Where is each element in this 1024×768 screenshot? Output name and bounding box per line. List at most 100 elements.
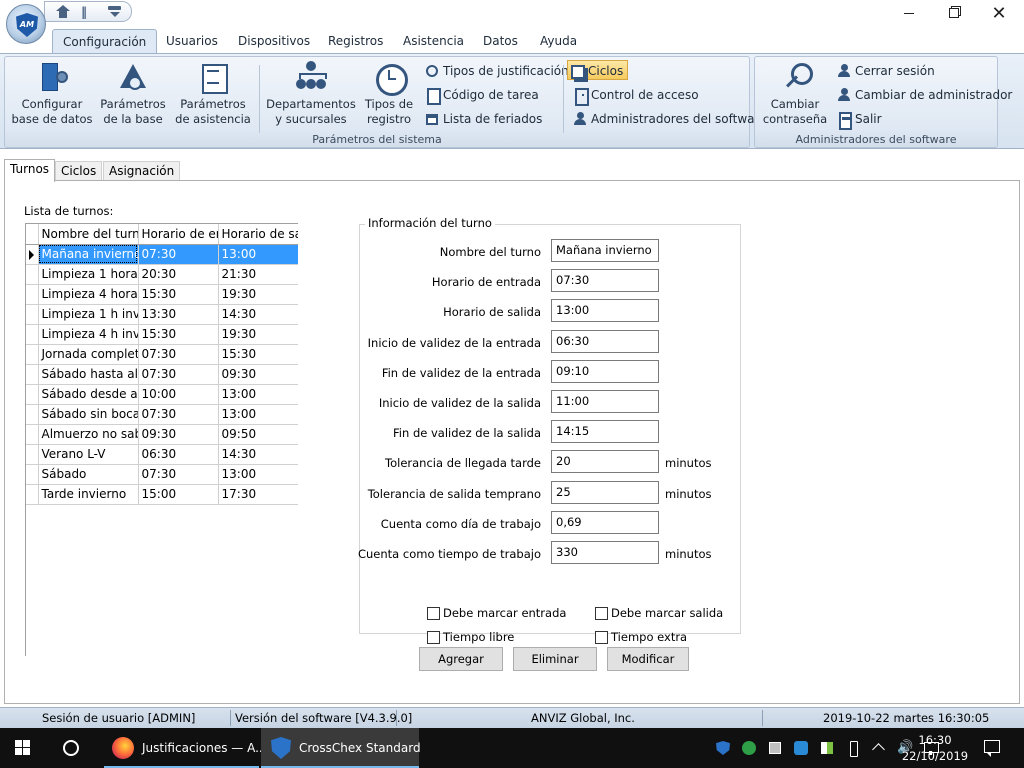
maximize-icon[interactable] (931, 0, 977, 26)
table-row[interactable]: Limpieza 4 horas 15:30 19:30 (26, 284, 298, 305)
table-row[interactable]: Verano L-V 06:30 14:30 (26, 444, 298, 465)
cell-exit-time[interactable]: 14:30 (218, 304, 298, 325)
shift-grid[interactable]: Nombre del turno Horario de entrada Hora… (25, 223, 298, 633)
cell-shift-name[interactable]: Sábado desde almuerzo (38, 384, 139, 405)
add-button[interactable]: Agregar (419, 647, 503, 671)
field-input[interactable]: 11:00 (551, 390, 659, 413)
checkbox-box[interactable] (427, 631, 440, 644)
field-input[interactable]: 06:30 (551, 330, 659, 353)
dropdown-icon[interactable] (107, 5, 123, 19)
table-row[interactable]: Sábado sin bocadillo07:3013:00 (26, 404, 298, 425)
home-icon[interactable] (55, 4, 71, 19)
field-input[interactable]: 09:10 (551, 360, 659, 383)
cycles-button[interactable]: Ciclos (567, 60, 629, 80)
windows-start-icon[interactable] (15, 740, 31, 756)
row-header[interactable] (26, 284, 39, 305)
cell-shift-name[interactable]: Limpieza 4 horas (38, 284, 139, 305)
taskbar-clock[interactable]: 16:30 22/10/2019 (893, 732, 977, 764)
checkbox-box[interactable] (595, 631, 608, 644)
cell-shift-name[interactable]: Sábado hasta almuerzo (38, 364, 139, 385)
cell-exit-time[interactable]: 09:50 (218, 424, 298, 445)
cell-entry-time[interactable]: 15:00 (138, 484, 219, 505)
software-admins-button[interactable]: Administradores del software (571, 109, 767, 129)
tab-usuarios[interactable]: Usuarios (156, 29, 228, 54)
cell-shift-name[interactable]: Verano L-V (38, 444, 139, 465)
overtime-checkbox[interactable]: Tiempo extra (595, 631, 687, 645)
taskbar-item-firefox[interactable]: Justificaciones — A... (104, 728, 267, 768)
row-header[interactable] (26, 484, 39, 505)
column-header[interactable]: Horario de salida (218, 224, 298, 245)
row-header[interactable] (26, 264, 39, 285)
columns-icon[interactable]: ‖ (81, 5, 97, 19)
cell-exit-time[interactable]: 09:30 (218, 364, 298, 385)
notifications-icon[interactable] (984, 740, 1000, 757)
cell-entry-time[interactable]: 07:30 (138, 404, 219, 425)
cell-shift-name[interactable]: Almuerzo no sab (38, 424, 139, 445)
taskbar-item-crosschex[interactable]: CrossChex Standard (261, 728, 421, 768)
row-header[interactable] (26, 344, 39, 365)
cell-entry-time[interactable]: 20:30 (138, 264, 219, 285)
table-row[interactable]: Sábado desde almuerzo10:0013:00 (26, 384, 298, 405)
database-params-button[interactable]: Parámetros de la base (97, 61, 169, 127)
cell-exit-time[interactable]: 13:00 (218, 464, 298, 485)
row-header[interactable] (26, 424, 39, 445)
subtab-asignacion[interactable]: Asignación (103, 161, 181, 181)
cell-shift-name[interactable]: Jornada completa (38, 344, 139, 365)
holidays-list-button[interactable]: Lista de feriados (423, 109, 542, 129)
table-row[interactable]: Limpieza 1 hora 20:30 21:30 (26, 264, 298, 285)
cell-exit-time[interactable]: 13:00 (218, 384, 298, 405)
departments-button[interactable]: Departamentos y sucursales (265, 61, 357, 127)
cell-exit-time[interactable]: 21:30 (218, 264, 298, 285)
tab-datos[interactable]: Datos (473, 29, 528, 54)
exit-button[interactable]: Salir (835, 109, 882, 130)
row-header[interactable] (26, 464, 39, 485)
field-input[interactable]: 13:00 (551, 299, 659, 322)
green-tray-icon[interactable] (741, 740, 757, 756)
access-control-button[interactable]: Control de acceso (571, 85, 699, 106)
change-password-button[interactable]: Cambiar contraseña (761, 61, 829, 127)
cell-entry-time[interactable]: 07:30 (138, 464, 219, 485)
row-header[interactable] (26, 404, 39, 425)
tab-ayuda[interactable]: Ayuda (530, 29, 587, 54)
table-row[interactable]: Limpieza 1 h invierno13:3014:30 (26, 304, 298, 325)
field-input[interactable]: 0,69 (551, 511, 659, 534)
cell-shift-name[interactable]: Mañana invierno (38, 244, 139, 265)
tab-asistencia[interactable]: Asistencia (393, 29, 474, 54)
subtab-turnos[interactable]: Turnos (4, 159, 56, 182)
field-input[interactable]: 330 (551, 541, 659, 564)
cell-shift-name[interactable]: Limpieza 1 hora (38, 264, 139, 285)
record-types-button[interactable]: Tipos de registro (361, 61, 417, 127)
configure-database-button[interactable]: Configurar base de datos (11, 61, 93, 127)
table-row[interactable]: Limpieza 4 h invierno15:3019:30 (26, 324, 298, 345)
cell-shift-name[interactable]: Sábado (38, 464, 139, 485)
tab-dispositivos[interactable]: Dispositivos (228, 29, 320, 54)
blue-tray-icon[interactable] (793, 740, 809, 756)
app-logo[interactable]: AM (6, 4, 46, 44)
row-header[interactable] (26, 364, 39, 385)
tab-configuracion[interactable]: Configuración (52, 29, 158, 54)
row-header[interactable] (26, 304, 39, 325)
close-icon[interactable]: ✕ (976, 0, 1022, 26)
tab-registros[interactable]: Registros (318, 29, 393, 54)
cell-exit-time[interactable]: 13:00 (218, 404, 298, 425)
column-header[interactable]: Nombre del turno (38, 224, 139, 245)
free-time-checkbox[interactable]: Tiempo libre (427, 631, 514, 645)
field-input[interactable]: Mañana invierno (551, 239, 659, 262)
cell-exit-time[interactable]: 14:30 (218, 444, 298, 465)
checkbox-box[interactable] (595, 607, 608, 620)
row-header[interactable] (26, 324, 39, 345)
cell-exit-time[interactable]: 13:00 (218, 244, 298, 265)
cell-entry-time[interactable]: 15:30 (138, 324, 219, 345)
attendance-params-button[interactable]: Parámetros de asistencia (173, 61, 253, 127)
checkbox-box[interactable] (427, 607, 440, 620)
anviz-tray-icon[interactable] (715, 740, 731, 756)
table-row[interactable]: Sábado hasta almuerzo07:3009:30 (26, 364, 298, 385)
table-row[interactable]: Sábado 07:30 13:00 (26, 464, 298, 485)
cell-shift-name[interactable]: Limpieza 1 h invierno (38, 304, 139, 325)
usb-icon[interactable] (845, 740, 861, 757)
field-input[interactable]: 20 (551, 450, 659, 473)
delete-button[interactable]: Eliminar (513, 647, 597, 671)
switch-admin-button[interactable]: Cambiar de administrador (835, 85, 1012, 105)
cell-shift-name[interactable]: Limpieza 4 h invierno (38, 324, 139, 345)
cell-entry-time[interactable]: 06:30 (138, 444, 219, 465)
